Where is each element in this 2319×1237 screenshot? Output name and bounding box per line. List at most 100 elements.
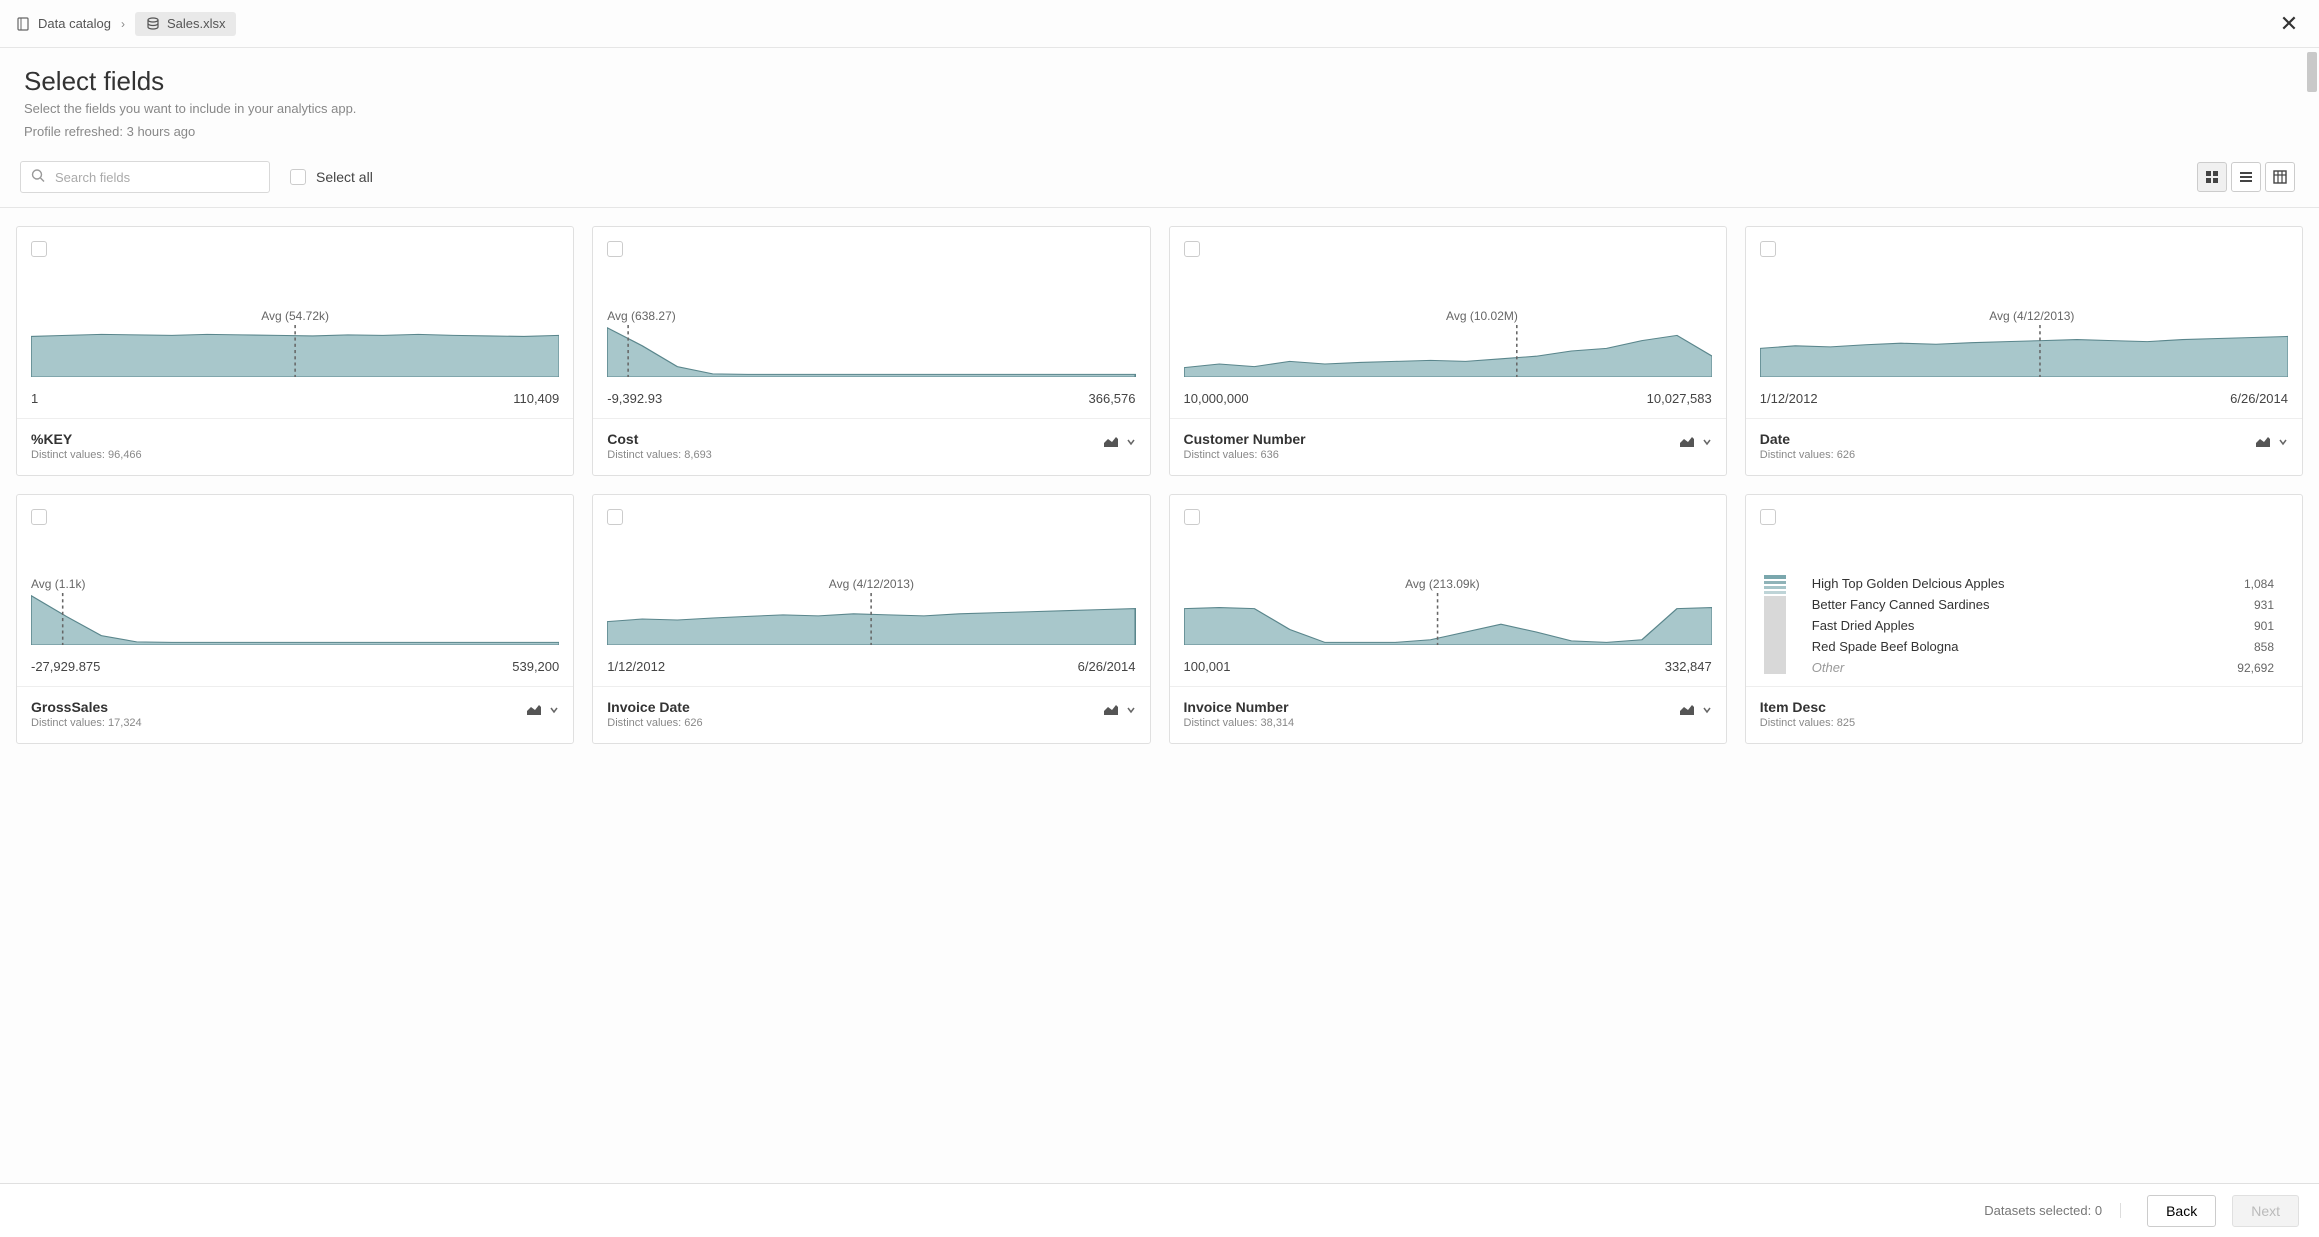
category-row: High Top Golden Delcious Apples 1,084	[1812, 573, 2274, 594]
view-toggle-group	[2197, 162, 2295, 192]
scrollbar[interactable]	[2307, 48, 2317, 1183]
select-all-label: Select all	[316, 169, 373, 185]
search-input[interactable]	[20, 161, 270, 193]
select-all-toggle[interactable]: Select all	[290, 169, 373, 185]
range-max: 10,027,583	[1647, 391, 1712, 406]
avg-label: Avg (10.02M)	[1252, 309, 1712, 323]
category-label: Better Fancy Canned Sardines	[1812, 597, 1990, 612]
field-name: Date	[1760, 431, 1855, 447]
field-name: GrossSales	[31, 699, 142, 715]
scroll-thumb[interactable]	[2307, 52, 2317, 92]
range-min: 100,001	[1184, 659, 1231, 674]
field-name: %KEY	[31, 431, 142, 447]
field-card[interactable]: Avg (10.02M) 10,000,000 10,027,583 Custo…	[1169, 226, 1727, 476]
range-max: 332,847	[1665, 659, 1712, 674]
chevron-down-icon	[1702, 705, 1712, 715]
next-button[interactable]: Next	[2232, 1195, 2299, 1227]
chart-type-toggle[interactable]	[525, 699, 559, 719]
page-subtitle: Select the fields you want to include in…	[24, 101, 2295, 116]
range-min: 1	[31, 391, 38, 406]
range-max: 6/26/2014	[2230, 391, 2288, 406]
field-name: Invoice Date	[607, 699, 702, 715]
page-header: Select fields Select the fields you want…	[0, 48, 2319, 151]
range-row: 10,000,000 10,027,583	[1170, 385, 1726, 419]
range-row: 1 110,409	[17, 385, 573, 419]
chevron-down-icon	[1126, 437, 1136, 447]
chevron-down-icon	[1702, 437, 1712, 447]
field-card[interactable]: Avg (638.27) -9,392.93 366,576 Cost Dist…	[592, 226, 1150, 476]
area-chart-icon	[525, 701, 543, 719]
range-min: 10,000,000	[1184, 391, 1249, 406]
controls-bar: Select all	[0, 151, 2319, 208]
chart-type-toggle[interactable]	[1678, 699, 1712, 719]
field-checkbox[interactable]	[1184, 509, 1200, 525]
range-max: 366,576	[1089, 391, 1136, 406]
field-card[interactable]: High Top Golden Delcious Apples 1,084 Be…	[1745, 494, 2303, 744]
datasets-selected-status: Datasets selected: 0	[1984, 1203, 2121, 1218]
field-card[interactable]: Avg (213.09k) 100,001 332,847 Invoice Nu…	[1169, 494, 1727, 744]
field-name: Item Desc	[1760, 699, 1855, 715]
field-card[interactable]: Avg (1.1k) -27,929.875 539,200 GrossSale…	[16, 494, 574, 744]
list-icon	[2238, 169, 2254, 185]
database-icon	[145, 16, 161, 32]
view-grid-button[interactable]	[2197, 162, 2227, 192]
field-checkbox[interactable]	[1760, 509, 1776, 525]
category-label: High Top Golden Delcious Apples	[1812, 576, 2005, 591]
range-row: 1/12/2012 6/26/2014	[1746, 385, 2302, 419]
field-name: Invoice Number	[1184, 699, 1295, 715]
field-checkbox[interactable]	[1760, 241, 1776, 257]
range-min: 1/12/2012	[1760, 391, 1818, 406]
breadcrumb: Data catalog › Sales.xlsx	[16, 12, 236, 36]
area-chart-icon	[1102, 701, 1120, 719]
table-icon	[2272, 169, 2288, 185]
breadcrumb-dataset-label: Sales.xlsx	[167, 16, 226, 31]
range-row: 1/12/2012 6/26/2014	[593, 653, 1149, 687]
view-list-button[interactable]	[2231, 162, 2261, 192]
chart-type-toggle[interactable]	[1102, 699, 1136, 719]
field-checkbox[interactable]	[607, 509, 623, 525]
breadcrumb-data-catalog[interactable]: Data catalog	[16, 16, 111, 32]
distinct-values: Distinct values: 626	[607, 717, 702, 729]
field-name: Customer Number	[1184, 431, 1306, 447]
category-value: 901	[2254, 619, 2274, 633]
close-button[interactable]: ✕	[2275, 10, 2303, 38]
sparkline-chart	[607, 593, 1135, 645]
back-button[interactable]: Back	[2147, 1195, 2216, 1227]
area-chart-icon	[1678, 701, 1696, 719]
field-checkbox[interactable]	[31, 509, 47, 525]
avg-label: Avg (638.27)	[607, 309, 1135, 323]
range-min: 1/12/2012	[607, 659, 665, 674]
range-max: 110,409	[513, 391, 559, 406]
category-label: Fast Dried Apples	[1812, 618, 1915, 633]
field-checkbox[interactable]	[607, 241, 623, 257]
chart-type-toggle[interactable]	[2254, 431, 2288, 451]
chevron-down-icon	[2278, 437, 2288, 447]
chart-type-toggle[interactable]	[1678, 431, 1712, 451]
field-grid: Avg (54.72k) 1 110,409 %KEY Distinct val…	[0, 208, 2319, 762]
view-table-button[interactable]	[2265, 162, 2295, 192]
select-all-checkbox[interactable]	[290, 169, 306, 185]
category-value: 92,692	[2237, 661, 2274, 675]
field-checkbox[interactable]	[1184, 241, 1200, 257]
range-row: -27,929.875 539,200	[17, 653, 573, 687]
field-card[interactable]: Avg (4/12/2013) 1/12/2012 6/26/2014 Invo…	[592, 494, 1150, 744]
field-card[interactable]: Avg (54.72k) 1 110,409 %KEY Distinct val…	[16, 226, 574, 476]
distinct-values: Distinct values: 825	[1760, 717, 1855, 729]
chevron-down-icon	[549, 705, 559, 715]
bottom-bar: Datasets selected: 0 Back Next	[0, 1183, 2319, 1237]
avg-label: Avg (1.1k)	[31, 577, 559, 591]
chart-type-toggle[interactable]	[1102, 431, 1136, 451]
area-chart-icon	[1678, 433, 1696, 451]
page-title: Select fields	[24, 66, 2295, 97]
breadcrumb-dataset[interactable]: Sales.xlsx	[135, 12, 236, 36]
field-checkbox[interactable]	[31, 241, 47, 257]
field-card[interactable]: Avg (4/12/2013) 1/12/2012 6/26/2014 Date…	[1745, 226, 2303, 476]
field-name: Cost	[607, 431, 712, 447]
distinct-values: Distinct values: 96,466	[31, 449, 142, 461]
sparkline-chart	[607, 325, 1135, 377]
range-min: -9,392.93	[607, 391, 662, 406]
avg-label: Avg (4/12/2013)	[607, 577, 1135, 591]
avg-label: Avg (213.09k)	[1173, 577, 1712, 591]
sparkline-chart	[1184, 325, 1712, 377]
book-icon	[16, 16, 32, 32]
